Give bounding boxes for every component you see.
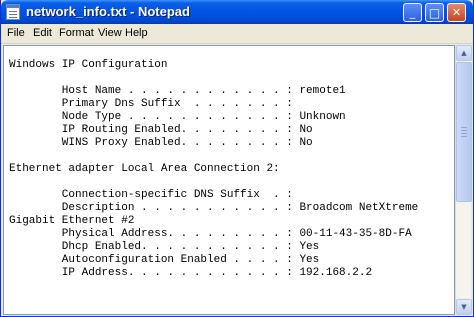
close-button[interactable]: ✕ bbox=[447, 3, 466, 22]
text-line: Node Type . . . . . . . . . . . . : Unkn… bbox=[9, 111, 346, 123]
text-line: IP Address. . . . . . . . . . . . : 192.… bbox=[9, 267, 373, 279]
text-line: Gigabit Ethernet #2 bbox=[9, 215, 135, 227]
menu-view[interactable]: View bbox=[98, 27, 122, 39]
notepad-window: network_info.txt - Notepad _ □ ✕ File Ed… bbox=[0, 0, 474, 317]
maximize-button[interactable]: □ bbox=[425, 3, 444, 22]
text-line: Description . . . . . . . . . . . : Broa… bbox=[9, 202, 419, 214]
text-line: Dhcp Enabled. . . . . . . . . . . : Yes bbox=[9, 241, 320, 253]
scroll-down-button[interactable]: ▼ bbox=[456, 299, 472, 315]
text-line: Windows IP Configuration bbox=[9, 59, 168, 71]
text-editor[interactable]: Windows IP Configuration Host Name . . .… bbox=[3, 45, 455, 315]
menu-help[interactable]: Help bbox=[125, 27, 148, 39]
menu-file[interactable]: File bbox=[7, 27, 25, 39]
text-line: Primary Dns Suffix . . . . . . . : bbox=[9, 98, 293, 110]
vertical-scrollbar[interactable]: ▲ ▼ bbox=[455, 45, 472, 315]
title-bar[interactable]: network_info.txt - Notepad _ □ ✕ bbox=[1, 0, 473, 24]
window-title: network_info.txt - Notepad bbox=[26, 4, 190, 19]
menu-bar: File Edit Format View Help bbox=[1, 24, 473, 44]
notepad-icon[interactable] bbox=[6, 4, 20, 20]
text-line: Autoconfiguration Enabled . . . . : Yes bbox=[9, 254, 320, 266]
scroll-up-button[interactable]: ▲ bbox=[456, 45, 472, 61]
minimize-button[interactable]: _ bbox=[403, 3, 422, 22]
text-line: Connection-specific DNS Suffix . : bbox=[9, 189, 293, 201]
menu-format[interactable]: Format bbox=[59, 27, 94, 39]
text-line: Ethernet adapter Local Area Connection 2… bbox=[9, 163, 280, 175]
scroll-thumb[interactable] bbox=[456, 62, 472, 202]
menu-edit[interactable]: Edit bbox=[33, 27, 52, 39]
text-line: Physical Address. . . . . . . . . : 00-1… bbox=[9, 228, 412, 240]
text-line: Host Name . . . . . . . . . . . . : remo… bbox=[9, 85, 346, 97]
text-line: IP Routing Enabled. . . . . . . . : No bbox=[9, 124, 313, 136]
text-line: WINS Proxy Enabled. . . . . . . . : No bbox=[9, 137, 313, 149]
